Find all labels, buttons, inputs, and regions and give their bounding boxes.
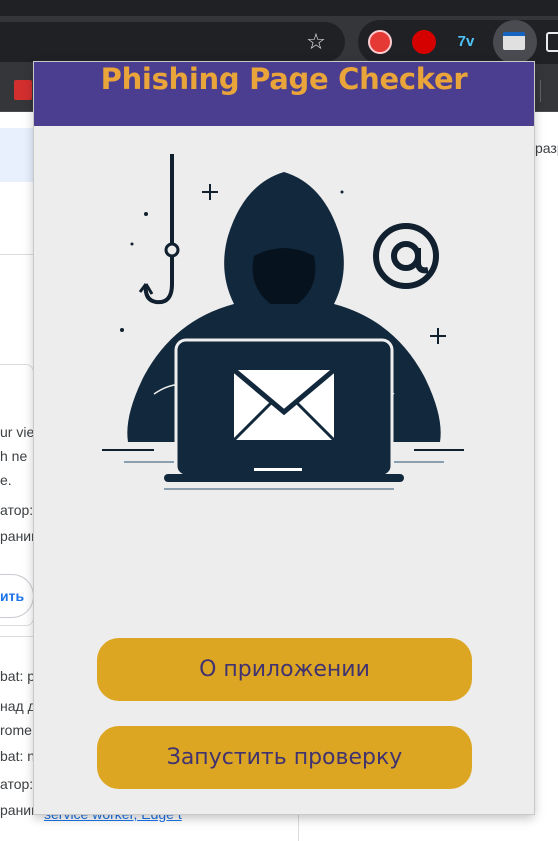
star-icon[interactable]: ☆ <box>304 31 328 55</box>
page-text-line: bat: n <box>0 748 34 764</box>
extension-popup: Phishing Page Checker О приложении Запус… <box>34 62 534 814</box>
page-text-line: раниц <box>0 528 34 544</box>
popup-header: Phishing Page Checker <box>34 62 534 126</box>
popup-title: Phishing Page Checker <box>100 62 468 96</box>
address-bar[interactable]: ☆ <box>0 22 345 62</box>
page-divider <box>0 636 34 637</box>
7v-extension-icon[interactable]: 7v <box>454 30 478 54</box>
page-highlight-band <box>0 128 34 182</box>
red-circle-extension-icon[interactable] <box>368 30 392 54</box>
page-text-line: атор: <box>0 502 34 518</box>
run-check-button[interactable]: Запустить проверку <box>97 726 472 789</box>
page-divider-vertical <box>298 812 299 841</box>
page-right-text: разр <box>535 140 558 156</box>
about-button[interactable]: О приложении <box>97 638 472 701</box>
bookmarks-separator <box>540 80 541 102</box>
page-text-line: e. <box>0 472 12 488</box>
page-text-line: ur vie <box>0 424 34 440</box>
phishing-checker-extension-icon[interactable] <box>503 32 525 50</box>
page-text-line: bat: p <box>0 668 34 684</box>
page-divider <box>0 254 34 255</box>
page-text-line: над д <box>0 698 34 714</box>
hand-stop-extension-icon[interactable] <box>412 30 436 54</box>
tab-strip <box>0 0 558 16</box>
page-text-line: раниц <box>0 802 34 818</box>
puzzle-extensions-icon[interactable] <box>546 32 558 52</box>
browser-toolbar: ☆ 7v <box>0 16 558 68</box>
pdf-icon[interactable] <box>14 80 32 100</box>
page-text-line: h ne <box>0 448 28 464</box>
extensions-area: 7v <box>358 20 558 64</box>
page-text-line: атор: <box>0 776 34 792</box>
page-text-line: rome <box>0 722 32 738</box>
hacker-phishing-illustration <box>102 154 464 490</box>
